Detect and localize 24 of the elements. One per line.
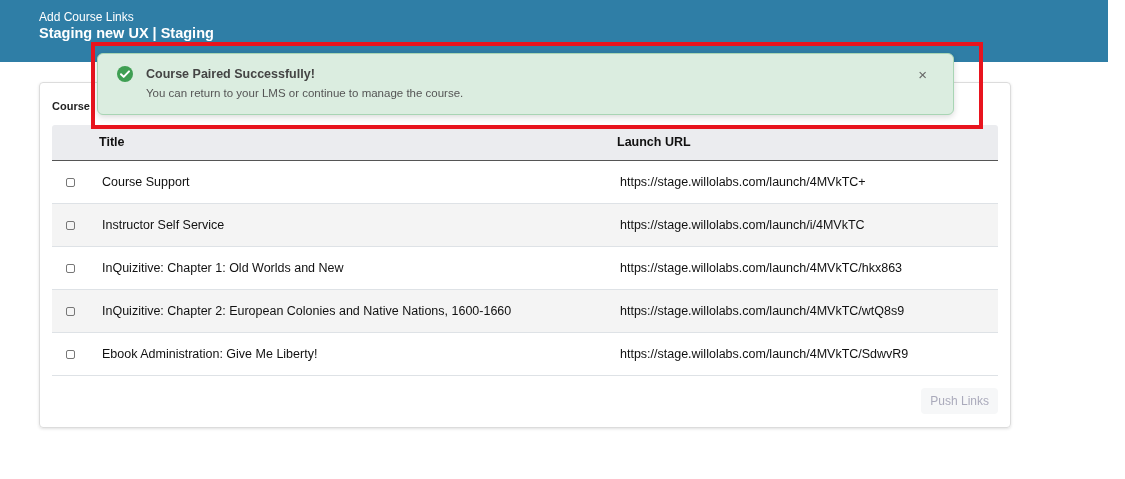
title-cell: InQuizitive: Chapter 1: Old Worlds and New bbox=[102, 260, 344, 275]
card-title: Course bbox=[52, 100, 90, 112]
url-cell: https://stage.willolabs.com/launch/i/4MVkTC bbox=[620, 217, 865, 232]
url-cell: https://stage.willolabs.com/launch/4MVkTC/wtQ8s9 bbox=[620, 303, 905, 318]
title-cell: InQuizitive: Chapter 2: European Colonies and Native Nations, 1600-1660 bbox=[102, 303, 512, 318]
title-cell: Course Support bbox=[102, 174, 190, 189]
page-subtitle: Add Course Links bbox=[39, 9, 135, 25]
column-header: Title bbox=[99, 135, 125, 150]
toast-message: You can return to your LMS or continue to manage the course. bbox=[146, 86, 464, 100]
check-circle-icon bbox=[116, 65, 134, 83]
close-button[interactable]: × bbox=[916, 67, 929, 83]
row-checkbox[interactable] bbox=[66, 306, 75, 316]
column-header: Launch URL bbox=[617, 135, 691, 150]
row-checkbox[interactable] bbox=[66, 349, 75, 359]
row-checkbox[interactable] bbox=[66, 220, 75, 230]
url-cell: https://stage.willolabs.com/launch/4MVkTC+ bbox=[620, 174, 866, 189]
url-cell: https://stage.willolabs.com/launch/4MVkTC/SdwvR9 bbox=[620, 346, 909, 361]
toast-title: Course Paired Successfully! bbox=[146, 66, 316, 82]
page-title: Staging new UX | Staging bbox=[39, 25, 215, 42]
title-cell: Instructor Self Service bbox=[102, 217, 225, 232]
url-cell: https://stage.willolabs.com/launch/4MVkTC/hkx863 bbox=[620, 260, 903, 275]
title-cell: Ebook Administration: Give Me Liberty! bbox=[102, 346, 318, 361]
row-checkbox[interactable] bbox=[66, 263, 75, 273]
row-checkbox[interactable] bbox=[66, 177, 75, 187]
